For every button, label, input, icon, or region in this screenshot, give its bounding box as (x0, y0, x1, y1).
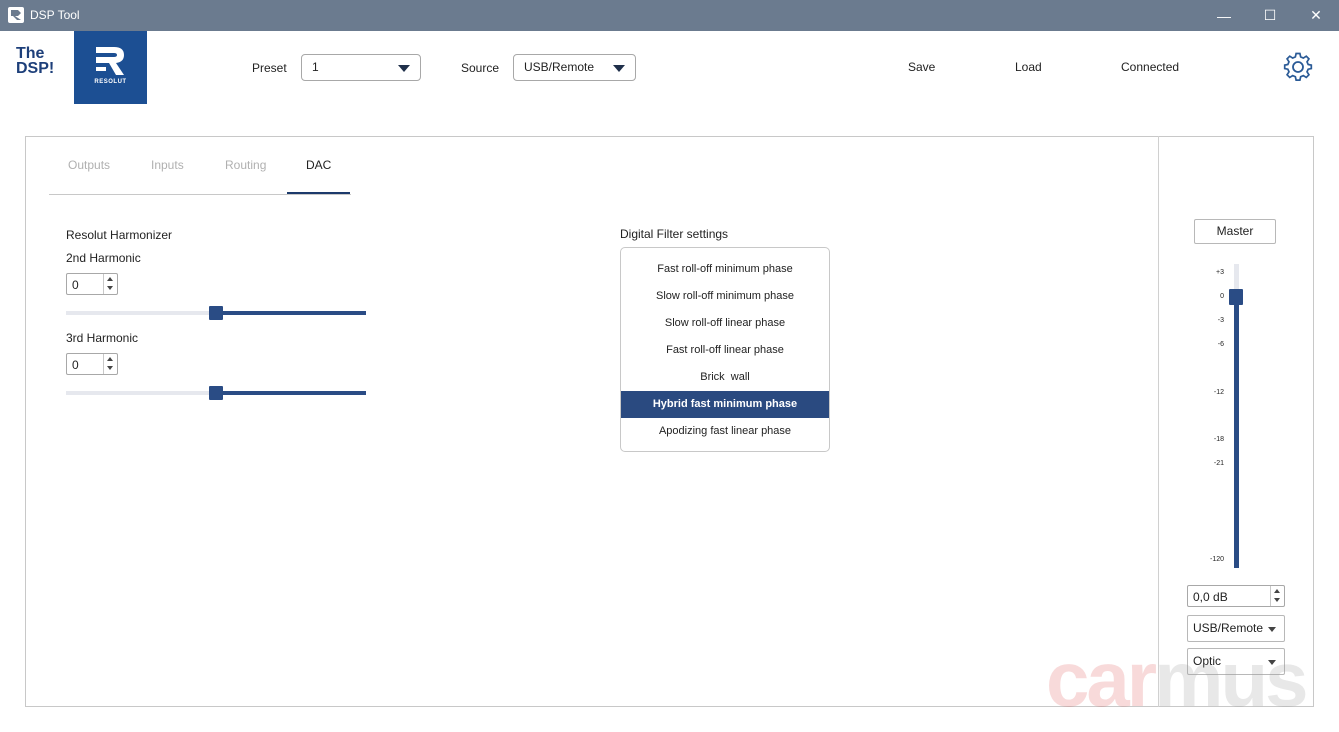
tab-routing[interactable]: Routing (225, 158, 266, 172)
logo-line-2: DSP! (16, 60, 55, 77)
logo-line-1: The (16, 45, 45, 62)
harmonizer-title: Resolut Harmonizer (66, 228, 173, 242)
third-harmonic-label: 3rd Harmonic (66, 331, 139, 345)
source-value: USB/Remote (524, 60, 595, 74)
master-level-stepper[interactable]: 0,0 dB (1187, 585, 1285, 607)
stepper-buttons[interactable] (1270, 586, 1284, 606)
scale-label: -6 (1217, 341, 1224, 348)
load-button[interactable]: Load (1015, 60, 1042, 74)
second-harmonic-stepper[interactable]: 0 (66, 273, 118, 295)
title-bar: DSP Tool — ☐ ✕ (0, 0, 1339, 31)
slider-thumb[interactable] (209, 386, 223, 400)
filter-title: Digital Filter settings (620, 227, 729, 241)
third-harmonic-stepper[interactable]: 0 (66, 353, 118, 375)
resolut-mark-icon (96, 47, 124, 75)
preset-label: Preset (252, 61, 287, 75)
watermark-logo: carmus (1046, 640, 1309, 718)
fader-track-upper (1234, 264, 1239, 290)
slider-track-left (66, 391, 209, 395)
third-harmonic-slider[interactable] (66, 386, 366, 400)
second-harmonic-slider[interactable] (66, 306, 366, 320)
second-harmonic-value: 0 (72, 278, 79, 292)
master-source-value: USB/Remote (1193, 621, 1264, 635)
tab-dac[interactable]: DAC (306, 158, 331, 172)
gear-icon[interactable] (1283, 52, 1313, 82)
brand-subtitle: RESOLUT (94, 79, 127, 85)
filter-option[interactable]: Slow roll-off linear phase (621, 310, 829, 337)
scale-label: -120 (1209, 556, 1224, 563)
second-harmonic-label: 2nd Harmonic (66, 251, 141, 265)
slider-track-right (223, 391, 366, 395)
chevron-down-icon (613, 65, 625, 72)
stepper-up-icon[interactable] (1274, 589, 1280, 593)
tab-inputs[interactable]: Inputs (151, 158, 184, 172)
app-icon (8, 7, 24, 23)
resolut-logo: RESOLUT (74, 31, 147, 104)
filter-option[interactable]: Brick wall (621, 364, 829, 391)
filter-list: Fast roll-off minimum phase Slow roll-of… (620, 247, 830, 452)
stepper-down-icon[interactable] (107, 286, 113, 290)
filter-option[interactable]: Fast roll-off minimum phase (621, 256, 829, 283)
preset-select[interactable]: 1 (301, 54, 421, 81)
scale-label: -21 (1213, 460, 1224, 467)
minimize-button[interactable]: — (1201, 0, 1247, 31)
source-select[interactable]: USB/Remote (513, 54, 636, 81)
tab-bar: Outputs Inputs Routing DAC (49, 150, 351, 195)
window-title: DSP Tool (30, 8, 80, 22)
stepper-up-icon[interactable] (107, 277, 113, 281)
scale-label: 0 (1220, 293, 1224, 300)
close-button[interactable]: ✕ (1293, 0, 1339, 31)
scale-label: +3 (1216, 269, 1224, 276)
chevron-down-icon (1268, 627, 1276, 632)
stepper-down-icon[interactable] (1274, 598, 1280, 602)
preset-value: 1 (312, 60, 319, 74)
panel-divider (1158, 136, 1159, 707)
tab-outputs[interactable]: Outputs (68, 158, 110, 172)
watermark-part-2: mus (1154, 635, 1308, 723)
master-fader-thumb[interactable] (1229, 289, 1243, 305)
chevron-down-icon (398, 65, 410, 72)
filter-option[interactable]: Hybrid fast minimum phase (621, 391, 829, 418)
third-harmonic-value: 0 (72, 358, 79, 372)
the-dsp-logo: The DSP! (16, 45, 55, 77)
save-button[interactable]: Save (908, 60, 935, 74)
scale-label: -18 (1213, 436, 1224, 443)
active-tab-indicator (287, 192, 350, 194)
watermark-part-1: car (1046, 635, 1157, 723)
stepper-buttons[interactable] (103, 354, 117, 374)
stepper-buttons[interactable] (103, 274, 117, 294)
filter-option[interactable]: Apodizing fast linear phase (621, 418, 829, 445)
master-button[interactable]: Master (1194, 219, 1276, 244)
scale-label: -3 (1217, 317, 1224, 324)
master-fader-track[interactable] (1234, 297, 1239, 568)
slider-thumb[interactable] (209, 306, 223, 320)
filter-option[interactable]: Slow roll-off minimum phase (621, 283, 829, 310)
slider-track-left (66, 311, 209, 315)
connection-status: Connected (1121, 60, 1180, 74)
master-level-value: 0,0 dB (1193, 590, 1228, 604)
filter-option[interactable]: Fast roll-off linear phase (621, 337, 829, 364)
slider-track-right (223, 311, 366, 315)
source-label: Source (461, 61, 500, 75)
maximize-button[interactable]: ☐ (1247, 0, 1293, 31)
scale-label: -12 (1213, 389, 1224, 396)
stepper-up-icon[interactable] (107, 357, 113, 361)
stepper-down-icon[interactable] (107, 366, 113, 370)
